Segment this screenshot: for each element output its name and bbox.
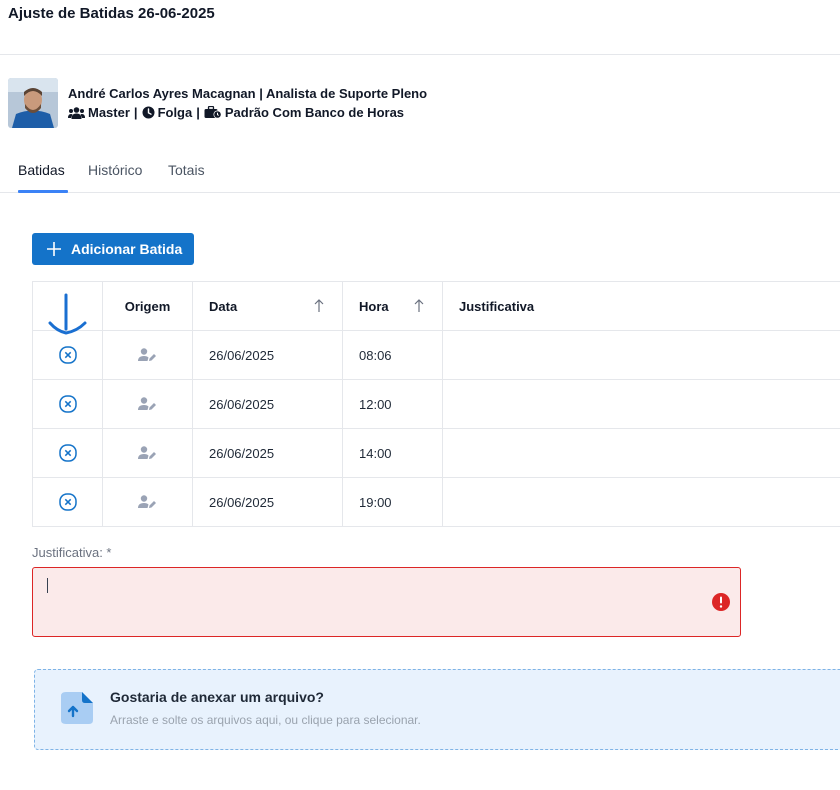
users-icon (68, 106, 85, 119)
time-cell: 19:00 (343, 478, 443, 526)
user-schedule: Padrão Com Banco de Horas (224, 105, 405, 120)
user-group: Master (88, 105, 130, 120)
column-header-data-label: Data (209, 298, 238, 314)
justification-label: Justificativa: * (32, 545, 112, 560)
column-header-origem: Origem (103, 282, 193, 330)
file-upload-icon (61, 692, 93, 724)
origin-cell (103, 331, 193, 379)
origin-cell (103, 478, 193, 526)
clock-icon (142, 106, 155, 119)
add-punch-label: Adicionar Batida (71, 241, 183, 257)
user-meta: Master | Folga | Padrão Com Banco de Hor… (68, 105, 404, 120)
page-title: Ajuste de Batidas 26-06-2025 (8, 5, 215, 22)
justification-cell (443, 331, 840, 379)
dropzone-title: Gostaria de anexar um arquivo? (110, 689, 324, 705)
time-cell: 08:06 (343, 331, 443, 379)
user-name-role: André Carlos Ayres Macagnan | Analista d… (68, 86, 428, 101)
arrow-down-annotation (48, 293, 87, 335)
table-row: 26/06/2025 19:00 (33, 478, 840, 527)
justification-textarea[interactable] (32, 567, 741, 637)
remove-circle-icon[interactable] (58, 395, 77, 413)
tab-historico[interactable]: Histórico (88, 162, 142, 178)
meta-separator: | (196, 105, 200, 120)
justification-cell (443, 380, 840, 428)
date-cell: 26/06/2025 (193, 478, 343, 526)
time-cell: 14:00 (343, 429, 443, 477)
remove-cell (33, 380, 103, 428)
remove-cell (33, 429, 103, 477)
table-row: 26/06/2025 08:06 (33, 331, 840, 380)
avatar (8, 78, 58, 128)
tab-totais[interactable]: Totais (168, 162, 205, 178)
origin-cell (103, 380, 193, 428)
plus-icon (46, 241, 62, 257)
user-status: Folga (157, 105, 193, 120)
user-edit-icon (138, 495, 156, 508)
date-cell: 26/06/2025 (193, 429, 343, 477)
date-cell: 26/06/2025 (193, 380, 343, 428)
column-header-justificativa: Justificativa (459, 298, 535, 314)
sort-up-icon[interactable] (314, 299, 324, 313)
column-header-data[interactable]: Data (193, 282, 343, 330)
active-tab-indicator (18, 190, 68, 193)
dropzone-subtitle: Arraste e solte os arquivos aqui, ou cli… (110, 713, 421, 727)
remove-cell (33, 478, 103, 526)
file-dropzone[interactable]: Gostaria de anexar um arquivo? Arraste e… (34, 669, 840, 750)
text-caret (47, 578, 48, 593)
table-header: Origem Data Hora Justificativa (33, 282, 840, 331)
add-punch-button[interactable]: Adicionar Batida (32, 233, 194, 265)
tab-bar: Batidas Histórico Totais (0, 160, 840, 193)
user-edit-icon (138, 348, 156, 361)
justification-cell (443, 429, 840, 477)
date-cell: 26/06/2025 (193, 331, 343, 379)
column-header-hora[interactable]: Hora (343, 282, 443, 330)
header-divider (0, 54, 840, 55)
sort-up-icon[interactable] (414, 299, 424, 313)
briefcase-clock-icon (204, 106, 222, 119)
tab-batidas[interactable]: Batidas (18, 162, 65, 178)
table-row: 26/06/2025 14:00 (33, 429, 840, 478)
origin-cell (103, 429, 193, 477)
table-row: 26/06/2025 12:00 (33, 380, 840, 429)
user-edit-icon (138, 446, 156, 459)
punches-table: Origem Data Hora Justificativa 26/06/202… (32, 281, 840, 527)
column-header-hora-label: Hora (359, 298, 389, 314)
remove-circle-icon[interactable] (58, 493, 77, 511)
justification-cell (443, 478, 840, 526)
user-edit-icon (138, 397, 156, 410)
remove-circle-icon[interactable] (58, 346, 77, 364)
error-icon (712, 593, 730, 611)
meta-separator: | (133, 105, 138, 120)
remove-circle-icon[interactable] (58, 444, 77, 462)
time-cell: 12:00 (343, 380, 443, 428)
